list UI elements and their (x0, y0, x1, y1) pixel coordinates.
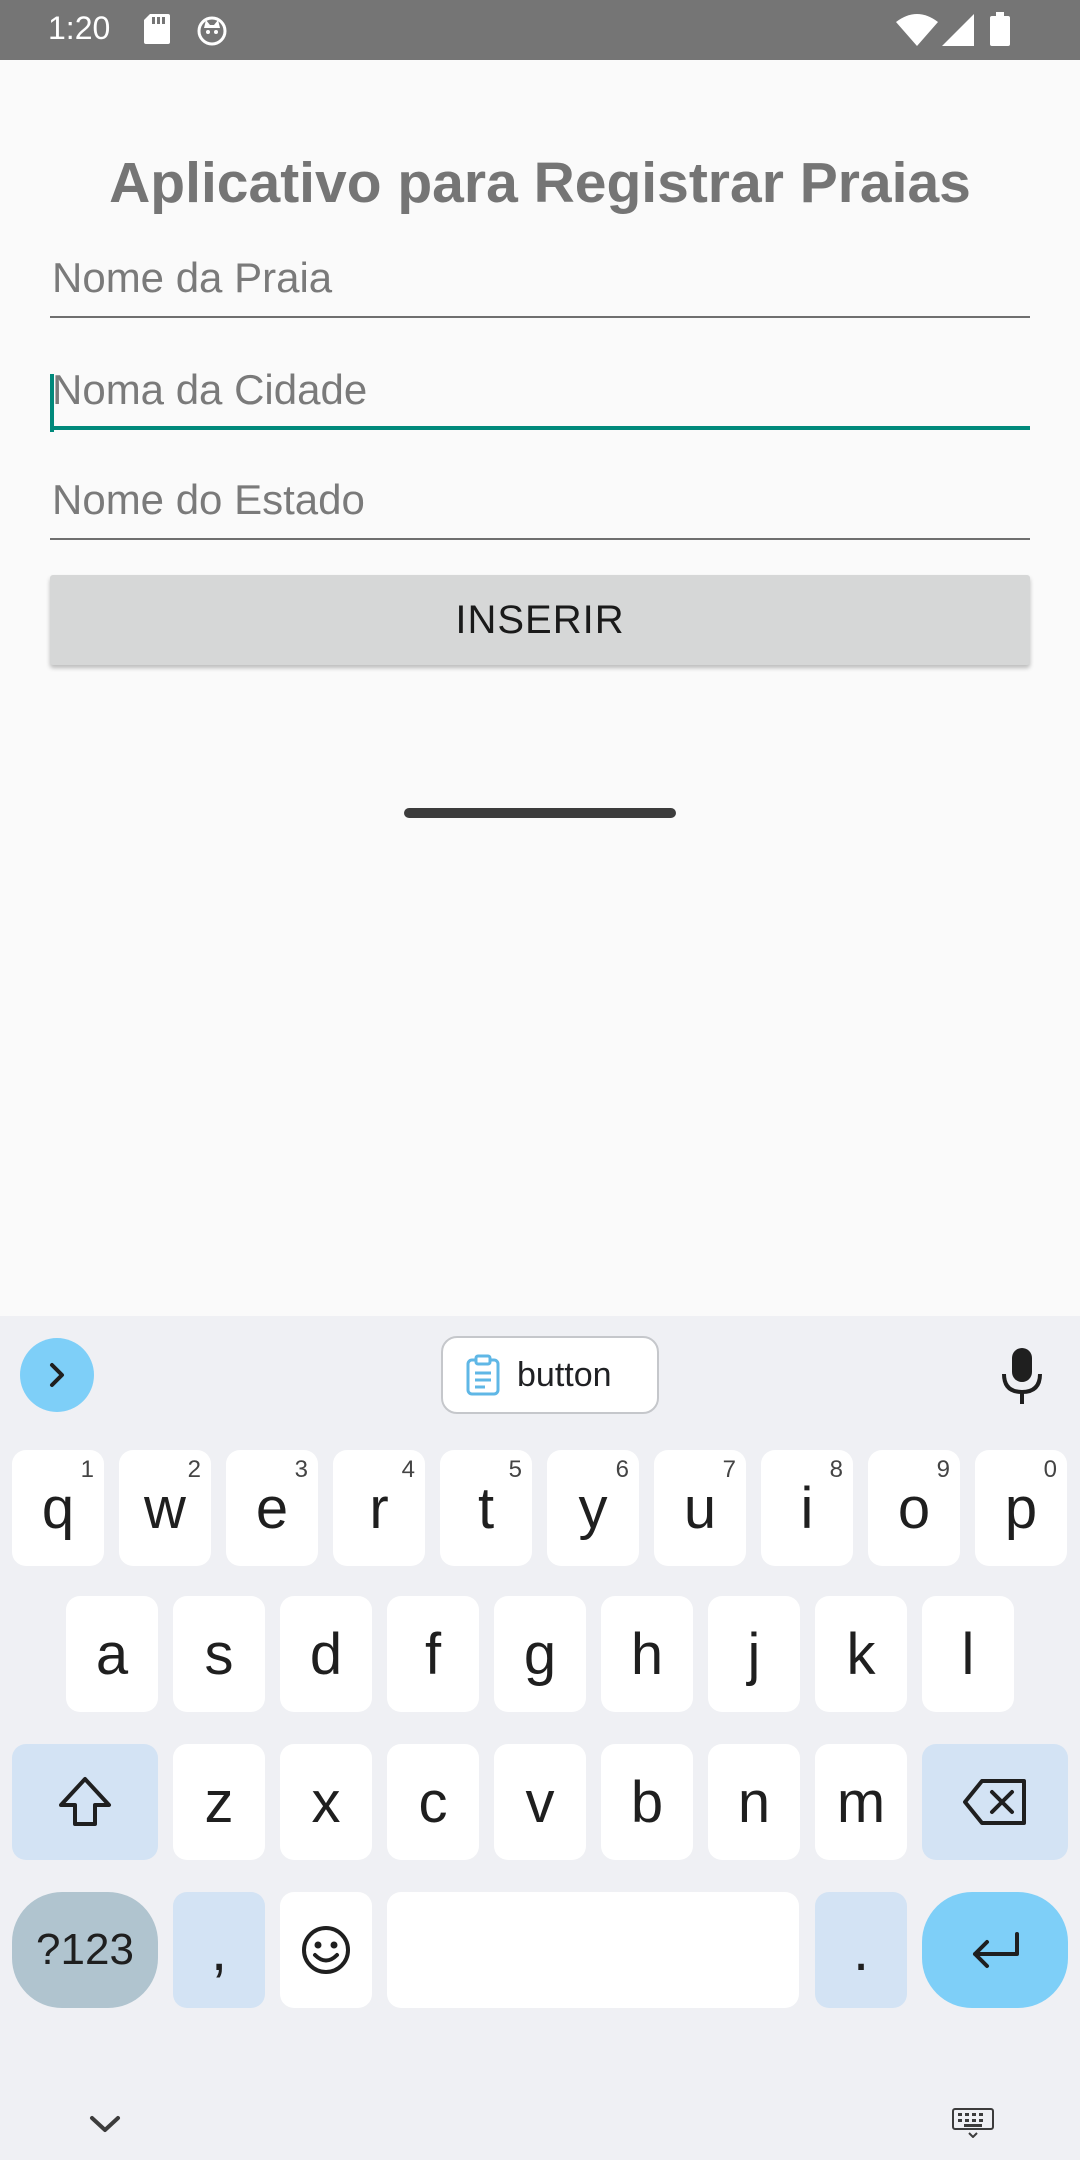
cell-signal-icon (942, 14, 974, 46)
keyboard-toolbar: button (0, 1316, 1080, 1436)
page-title: Aplicativo para Registrar Praias (109, 151, 971, 215)
key-e[interactable]: e3 (226, 1450, 318, 1566)
comma-key[interactable]: , (173, 1892, 265, 2008)
home-gesture-bar[interactable] (404, 808, 676, 818)
key-l[interactable]: l (922, 1596, 1014, 1712)
insert-button[interactable]: INSERIR (50, 575, 1030, 665)
key-n[interactable]: n (708, 1744, 800, 1860)
key-s[interactable]: s (173, 1596, 265, 1712)
backspace-icon (963, 1779, 1026, 1825)
microphone-icon[interactable] (1000, 1348, 1044, 1404)
key-f[interactable]: f (387, 1596, 479, 1712)
key-d[interactable]: d (280, 1596, 372, 1712)
key-i[interactable]: i8 (761, 1450, 853, 1566)
enter-icon (973, 1932, 1019, 1968)
key-t[interactable]: t5 (440, 1450, 532, 1566)
key-p[interactable]: p0 (975, 1450, 1067, 1566)
key-c[interactable]: c (387, 1744, 479, 1860)
key-q[interactable]: q1 (12, 1450, 104, 1566)
keyboard-switch-icon[interactable] (952, 2108, 994, 2138)
emoji-icon (302, 1926, 350, 1974)
enter-key[interactable] (922, 1892, 1068, 2008)
key-w[interactable]: w2 (119, 1450, 211, 1566)
keyboard-expand-button[interactable] (20, 1338, 94, 1412)
clipboard-icon (466, 1354, 500, 1396)
key-r[interactable]: r4 (333, 1450, 425, 1566)
sd-card-icon (144, 14, 170, 44)
text-cursor (50, 374, 54, 432)
battery-icon (990, 12, 1010, 46)
state-name-input[interactable] (50, 450, 1030, 540)
field-underline (50, 538, 1030, 540)
beach-name-field[interactable] (50, 228, 1030, 318)
key-u[interactable]: u7 (654, 1450, 746, 1566)
symbols-key[interactable]: ?123 (12, 1892, 158, 2008)
field-underline-focused (50, 426, 1030, 430)
key-v[interactable]: v (494, 1744, 586, 1860)
chevron-down-icon[interactable] (88, 2112, 122, 2136)
field-underline (50, 316, 1030, 318)
status-time: 1:20 (48, 10, 111, 46)
clipboard-suggestion-chip[interactable]: button (441, 1336, 659, 1414)
key-z[interactable]: z (173, 1744, 265, 1860)
key-k[interactable]: k (815, 1596, 907, 1712)
key-g[interactable]: g (494, 1596, 586, 1712)
chevron-right-icon (50, 1363, 64, 1387)
soft-keyboard: button q1 w2 e3 r4 t5 y6 u7 i8 o9 p0 a s… (0, 1316, 1080, 2160)
backspace-key[interactable] (922, 1744, 1068, 1860)
key-b[interactable]: b (601, 1744, 693, 1860)
key-x[interactable]: x (280, 1744, 372, 1860)
wifi-icon (896, 14, 938, 46)
emoji-key[interactable] (280, 1892, 372, 2008)
status-bar: 1:20 (0, 0, 1080, 60)
shift-key[interactable] (12, 1744, 158, 1860)
period-key[interactable]: . (815, 1892, 907, 2008)
key-y[interactable]: y6 (547, 1450, 639, 1566)
app-notification-icon (197, 16, 227, 46)
key-h[interactable]: h (601, 1596, 693, 1712)
key-a[interactable]: a (66, 1596, 158, 1712)
keyboard-nav-row (0, 2060, 1080, 2160)
key-o[interactable]: o9 (868, 1450, 960, 1566)
shift-icon (59, 1777, 111, 1826)
clipboard-chip-label: button (517, 1355, 612, 1394)
state-name-field[interactable] (50, 450, 1030, 540)
city-name-input[interactable] (50, 340, 1030, 430)
city-name-field[interactable] (50, 340, 1030, 432)
key-m[interactable]: m (815, 1744, 907, 1860)
key-j[interactable]: j (708, 1596, 800, 1712)
beach-name-input[interactable] (50, 228, 1030, 318)
space-key[interactable] (387, 1892, 799, 2008)
